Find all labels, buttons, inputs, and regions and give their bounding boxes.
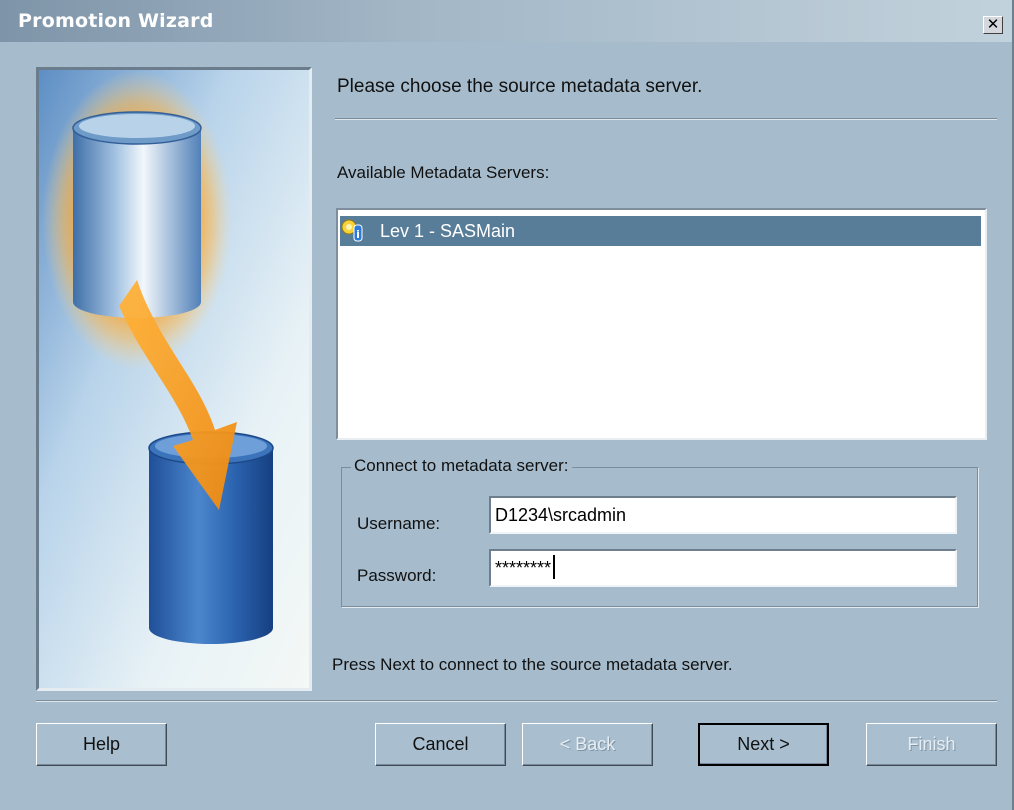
back-button[interactable]: < Back bbox=[522, 723, 653, 766]
password-label: Password: bbox=[357, 566, 437, 585]
servers-label: Available Metadata Servers: bbox=[337, 163, 550, 182]
next-button[interactable]: Next > bbox=[698, 723, 829, 766]
finish-button[interactable]: Finish bbox=[866, 723, 997, 766]
connect-legend: Connect to metadata server: bbox=[351, 456, 572, 476]
window-title: Promotion Wizard bbox=[18, 10, 214, 32]
cancel-button[interactable]: Cancel bbox=[375, 723, 506, 766]
metadata-server-icon: i bbox=[340, 219, 368, 252]
server-label: Lev 1 - SASMain bbox=[380, 221, 516, 241]
list-item-lev1-sasmain[interactable]: i Lev 1 - SASMain bbox=[340, 216, 981, 246]
promotion-wizard-window: Promotion Wizard ✕ Please choose the sou… bbox=[0, 0, 1014, 810]
wizard-illustration bbox=[36, 67, 312, 691]
metadata-servers-list[interactable]: i Lev 1 - SASMain bbox=[336, 208, 987, 440]
help-button[interactable]: Help bbox=[36, 723, 167, 766]
password-value: ******** bbox=[495, 558, 552, 578]
page-heading: Please choose the source metadata server… bbox=[337, 76, 703, 97]
close-icon: ✕ bbox=[986, 15, 1000, 33]
instruction-text: Press Next to connect to the source meta… bbox=[332, 655, 733, 674]
password-field[interactable]: ******** bbox=[489, 549, 957, 587]
footer-divider bbox=[36, 700, 997, 702]
username-label: Username: bbox=[357, 514, 441, 533]
heading-divider bbox=[335, 118, 997, 120]
username-field[interactable]: D1234\srcadmin bbox=[489, 496, 957, 534]
svg-text:i: i bbox=[356, 228, 360, 241]
close-button[interactable]: ✕ bbox=[983, 16, 1003, 34]
title-bar[interactable]: Promotion Wizard ✕ bbox=[0, 0, 1012, 42]
source-to-target-database-icon bbox=[39, 70, 309, 688]
text-caret bbox=[553, 555, 556, 580]
